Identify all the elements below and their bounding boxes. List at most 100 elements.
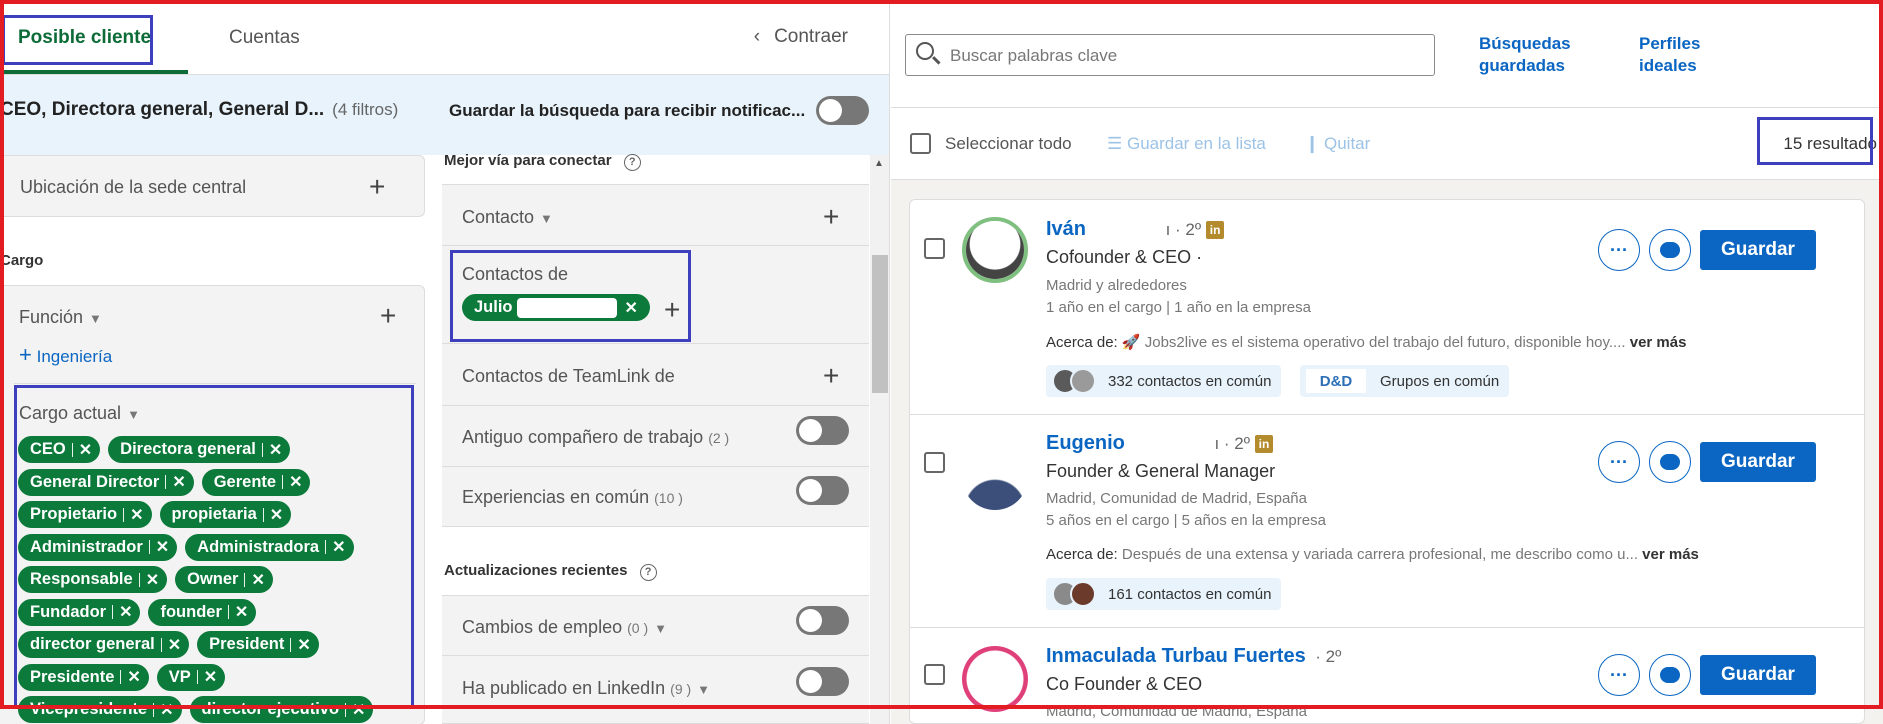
plus-icon[interactable]: + bbox=[664, 296, 680, 324]
remove-icon[interactable]: ✕ bbox=[204, 667, 217, 687]
lead-checkbox[interactable] bbox=[924, 452, 945, 473]
title-chip-label: President bbox=[209, 635, 285, 653]
see-more-link[interactable]: ver más bbox=[1630, 334, 1687, 351]
lead-checkbox[interactable] bbox=[924, 238, 945, 259]
scroll-up-icon[interactable]: ▲ bbox=[874, 158, 884, 169]
remove-button[interactable]: ❙ Quitar bbox=[1305, 134, 1370, 154]
tab-lead[interactable]: Posible cliente bbox=[18, 27, 151, 49]
filters-panel: Posible cliente Cuentas ‹ Contraer CEO, … bbox=[0, 0, 890, 724]
lead-name[interactable]: Iván ı · 2º in bbox=[1046, 218, 1225, 241]
save-lead-button[interactable]: Guardar bbox=[1700, 230, 1816, 270]
select-all-label[interactable]: Seleccionar todo bbox=[945, 134, 1072, 154]
saved-searches-link[interactable]: Búsquedas guardadas bbox=[1479, 33, 1571, 77]
plus-icon[interactable]: + bbox=[823, 203, 839, 231]
remove-icon[interactable]: ✕ bbox=[146, 570, 159, 590]
title-chip[interactable]: VP ✕ bbox=[156, 663, 226, 691]
help-icon[interactable]: ? bbox=[623, 154, 641, 171]
remove-icon[interactable]: ✕ bbox=[297, 635, 310, 655]
lead-name[interactable]: Inmaculada Turbau Fuertes · 2º bbox=[1046, 645, 1341, 668]
past-colleague-toggle[interactable] bbox=[796, 416, 849, 445]
remove-icon[interactable]: ✕ bbox=[79, 440, 92, 460]
more-options-button[interactable]: ··· bbox=[1598, 654, 1640, 696]
remove-icon[interactable]: ✕ bbox=[172, 472, 185, 492]
remove-icon[interactable]: ✕ bbox=[289, 472, 302, 492]
chevron-left-icon: ‹ bbox=[753, 26, 761, 47]
avatar bbox=[1070, 368, 1096, 394]
contact-filter[interactable]: Contacto ▼ + bbox=[442, 184, 869, 246]
title-chip[interactable]: Owner ✕ bbox=[175, 566, 273, 593]
avatar[interactable] bbox=[962, 646, 1028, 712]
title-chip[interactable]: General Director ✕ bbox=[18, 468, 194, 496]
title-chip[interactable]: Administrador ✕ bbox=[18, 533, 178, 561]
job-changes-toggle[interactable] bbox=[796, 606, 849, 635]
tab-accounts[interactable]: Cuentas bbox=[229, 27, 300, 49]
contacts-of-filter: Contactos de Julio ✕ + bbox=[442, 246, 869, 344]
shared-exp-toggle[interactable] bbox=[796, 476, 849, 505]
remove-icon[interactable]: ✕ bbox=[130, 505, 143, 525]
remove-icon[interactable]: ✕ bbox=[270, 505, 283, 525]
shared-groups[interactable]: D&D Grupos en común bbox=[1300, 365, 1510, 397]
ideal-profiles-link[interactable]: Perfiles ideales bbox=[1639, 33, 1700, 77]
remove-icon[interactable]: ✕ bbox=[625, 298, 638, 318]
remove-icon[interactable]: ✕ bbox=[269, 440, 282, 460]
title-chip[interactable]: propietaria ✕ bbox=[159, 501, 292, 528]
title-chip[interactable]: Administradora ✕ bbox=[185, 533, 354, 561]
remove-icon[interactable]: ✕ bbox=[332, 537, 345, 557]
remove-icon[interactable]: ✕ bbox=[352, 700, 365, 720]
title-chip[interactable]: Directora general ✕ bbox=[108, 436, 291, 463]
recent-updates-title: Actualizaciones recientes ? bbox=[444, 562, 657, 581]
save-search-toggle[interactable] bbox=[816, 96, 869, 125]
avatar[interactable] bbox=[962, 444, 1028, 510]
save-lead-button[interactable]: Guardar bbox=[1700, 442, 1816, 482]
remove-icon[interactable]: ✕ bbox=[168, 635, 181, 655]
title-chip[interactable]: director ejecutivo ✕ bbox=[189, 696, 374, 723]
message-button[interactable] bbox=[1649, 229, 1691, 271]
collapse-button[interactable]: ‹ Contraer bbox=[754, 26, 848, 48]
title-chip[interactable]: CEO ✕ bbox=[18, 436, 101, 463]
remove-icon[interactable]: ✕ bbox=[160, 700, 173, 720]
lead-tenure: 1 año en el cargo | 1 año en la empresa bbox=[1046, 299, 1311, 316]
save-lead-button[interactable]: Guardar bbox=[1700, 655, 1816, 695]
remove-icon[interactable]: ✕ bbox=[251, 570, 264, 590]
title-chip[interactable]: Propietario ✕ bbox=[18, 501, 152, 528]
filters-scrollbar[interactable] bbox=[870, 155, 889, 724]
function-label: Función ▼ bbox=[19, 307, 102, 328]
plus-icon[interactable]: + bbox=[380, 302, 396, 330]
title-chip[interactable]: Vicepresidente ✕ bbox=[18, 696, 182, 723]
filters-scrollbar-thumb[interactable] bbox=[872, 255, 888, 393]
more-options-button[interactable]: ··· bbox=[1598, 229, 1640, 271]
remove-icon[interactable]: ✕ bbox=[156, 537, 169, 557]
save-to-list-button[interactable]: ☰ Guardar en la lista bbox=[1107, 134, 1266, 154]
plus-icon[interactable]: + bbox=[369, 173, 385, 201]
plus-icon[interactable]: + bbox=[823, 362, 839, 390]
title-chip[interactable]: director general ✕ bbox=[18, 631, 190, 658]
title-chip[interactable]: founder ✕ bbox=[148, 598, 257, 626]
shared-connections[interactable]: 332 contactos en común bbox=[1046, 365, 1282, 397]
see-more-link[interactable]: ver más bbox=[1642, 546, 1699, 563]
title-chip[interactable]: President ✕ bbox=[197, 631, 319, 658]
title-chip[interactable]: Gerente ✕ bbox=[201, 468, 311, 496]
message-button[interactable] bbox=[1649, 441, 1691, 483]
teamlink-filter[interactable]: Contactos de TeamLink de + bbox=[442, 344, 869, 406]
posted-toggle[interactable] bbox=[796, 667, 849, 696]
select-all-checkbox[interactable] bbox=[910, 133, 931, 154]
chip-label: Julio bbox=[474, 298, 513, 316]
more-options-button[interactable]: ··· bbox=[1598, 441, 1640, 483]
save-to-list-label: Guardar en la lista bbox=[1126, 134, 1266, 153]
title-chip[interactable]: Responsable ✕ bbox=[18, 566, 168, 593]
avatar[interactable] bbox=[962, 217, 1028, 283]
title-chip[interactable]: Presidente ✕ bbox=[18, 663, 149, 691]
function-suggestion[interactable]: + Ingeniería bbox=[19, 342, 112, 368]
lead-name[interactable]: Eugenio ı · 2º in bbox=[1046, 432, 1273, 455]
lead-checkbox[interactable] bbox=[924, 664, 945, 685]
remove-icon[interactable]: ✕ bbox=[127, 667, 140, 687]
keyword-search[interactable]: Buscar palabras clave bbox=[905, 34, 1435, 76]
shared-connections[interactable]: 161 contactos en común bbox=[1046, 578, 1282, 610]
remove-icon[interactable]: ✕ bbox=[119, 602, 132, 622]
title-chip[interactable]: Fundador ✕ bbox=[18, 598, 141, 626]
message-button[interactable] bbox=[1649, 654, 1691, 696]
contacts-of-chip[interactable]: Julio ✕ bbox=[462, 294, 650, 321]
hq-location-filter[interactable]: Ubicación de la sede central + bbox=[0, 155, 425, 217]
help-icon[interactable]: ? bbox=[639, 564, 657, 581]
remove-icon[interactable]: ✕ bbox=[235, 602, 248, 622]
